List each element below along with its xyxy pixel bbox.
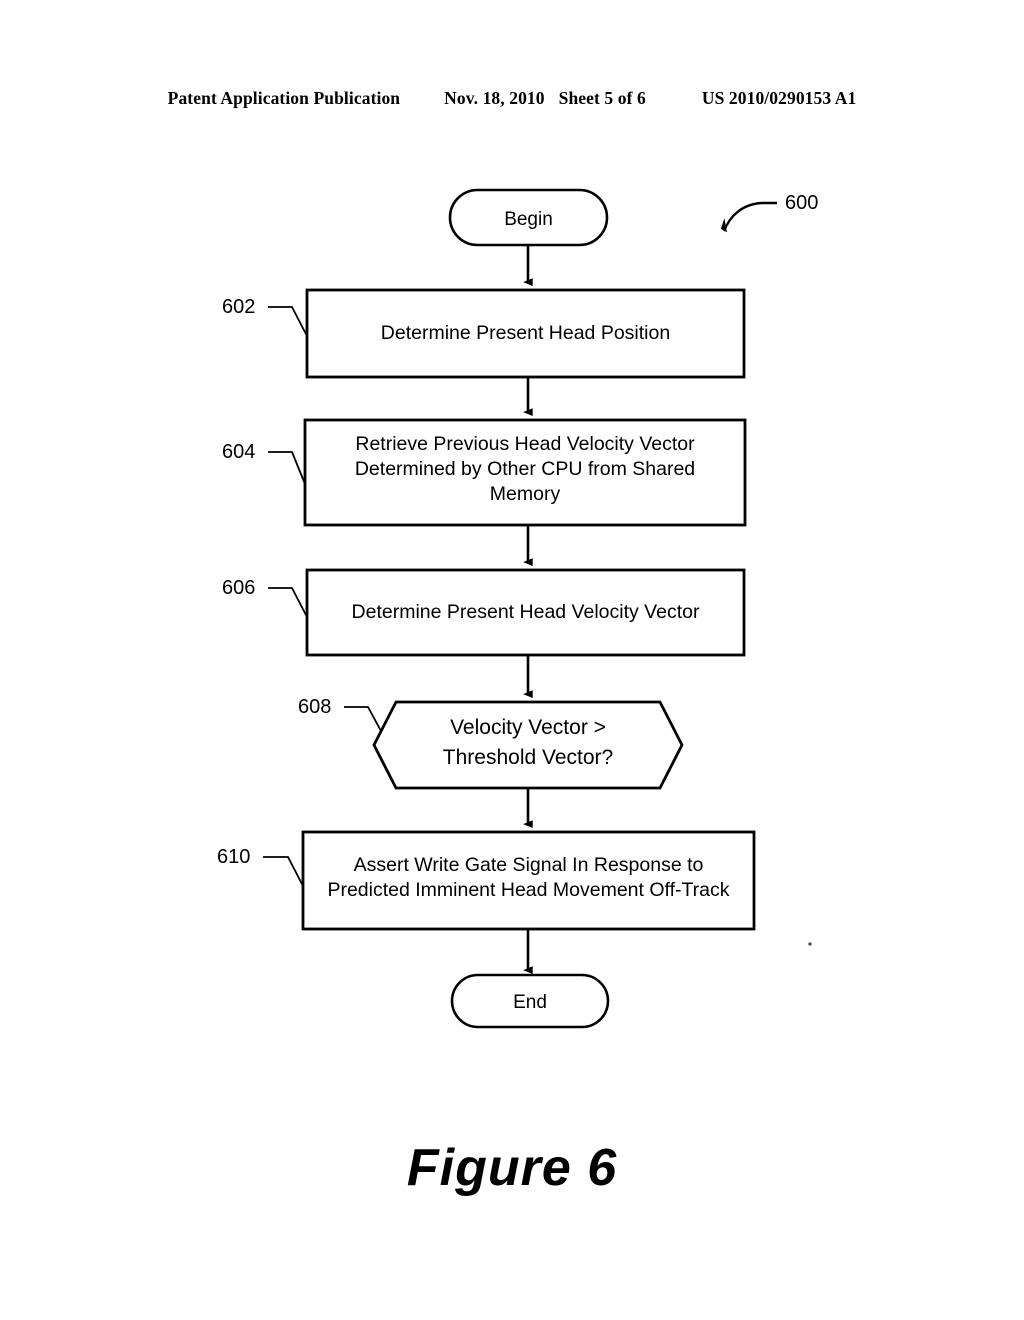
node-610-shape — [301, 830, 756, 931]
node-608-shape — [372, 700, 684, 790]
leader-line-604 — [268, 451, 306, 485]
flowchart-figure: Begin Determine Present Head Position Re… — [0, 0, 1024, 1320]
reference-numeral-600: 600 — [785, 192, 819, 214]
figure-caption: Figure 6 — [406, 1139, 618, 1197]
leader-line-610 — [263, 856, 304, 887]
node-end-shape — [450, 973, 610, 1029]
reference-numeral-610: 610 — [217, 846, 251, 868]
reference-numeral-608: 608 — [298, 696, 332, 718]
leader-line-608 — [344, 706, 382, 732]
node-604-shape — [303, 418, 747, 527]
node-606-shape — [305, 568, 746, 657]
flowchart-vector-layer — [263, 188, 812, 1029]
reference-numeral-604: 604 — [222, 441, 256, 463]
leader-line-606 — [268, 587, 308, 618]
leader-line-600 — [720, 201, 777, 233]
reference-numeral-602: 602 — [222, 296, 256, 318]
node-602-shape — [305, 288, 746, 379]
reference-numeral-606: 606 — [222, 577, 256, 599]
leader-line-602 — [268, 306, 308, 337]
node-begin-shape — [448, 188, 609, 247]
scan-artifact-speck — [808, 942, 812, 946]
